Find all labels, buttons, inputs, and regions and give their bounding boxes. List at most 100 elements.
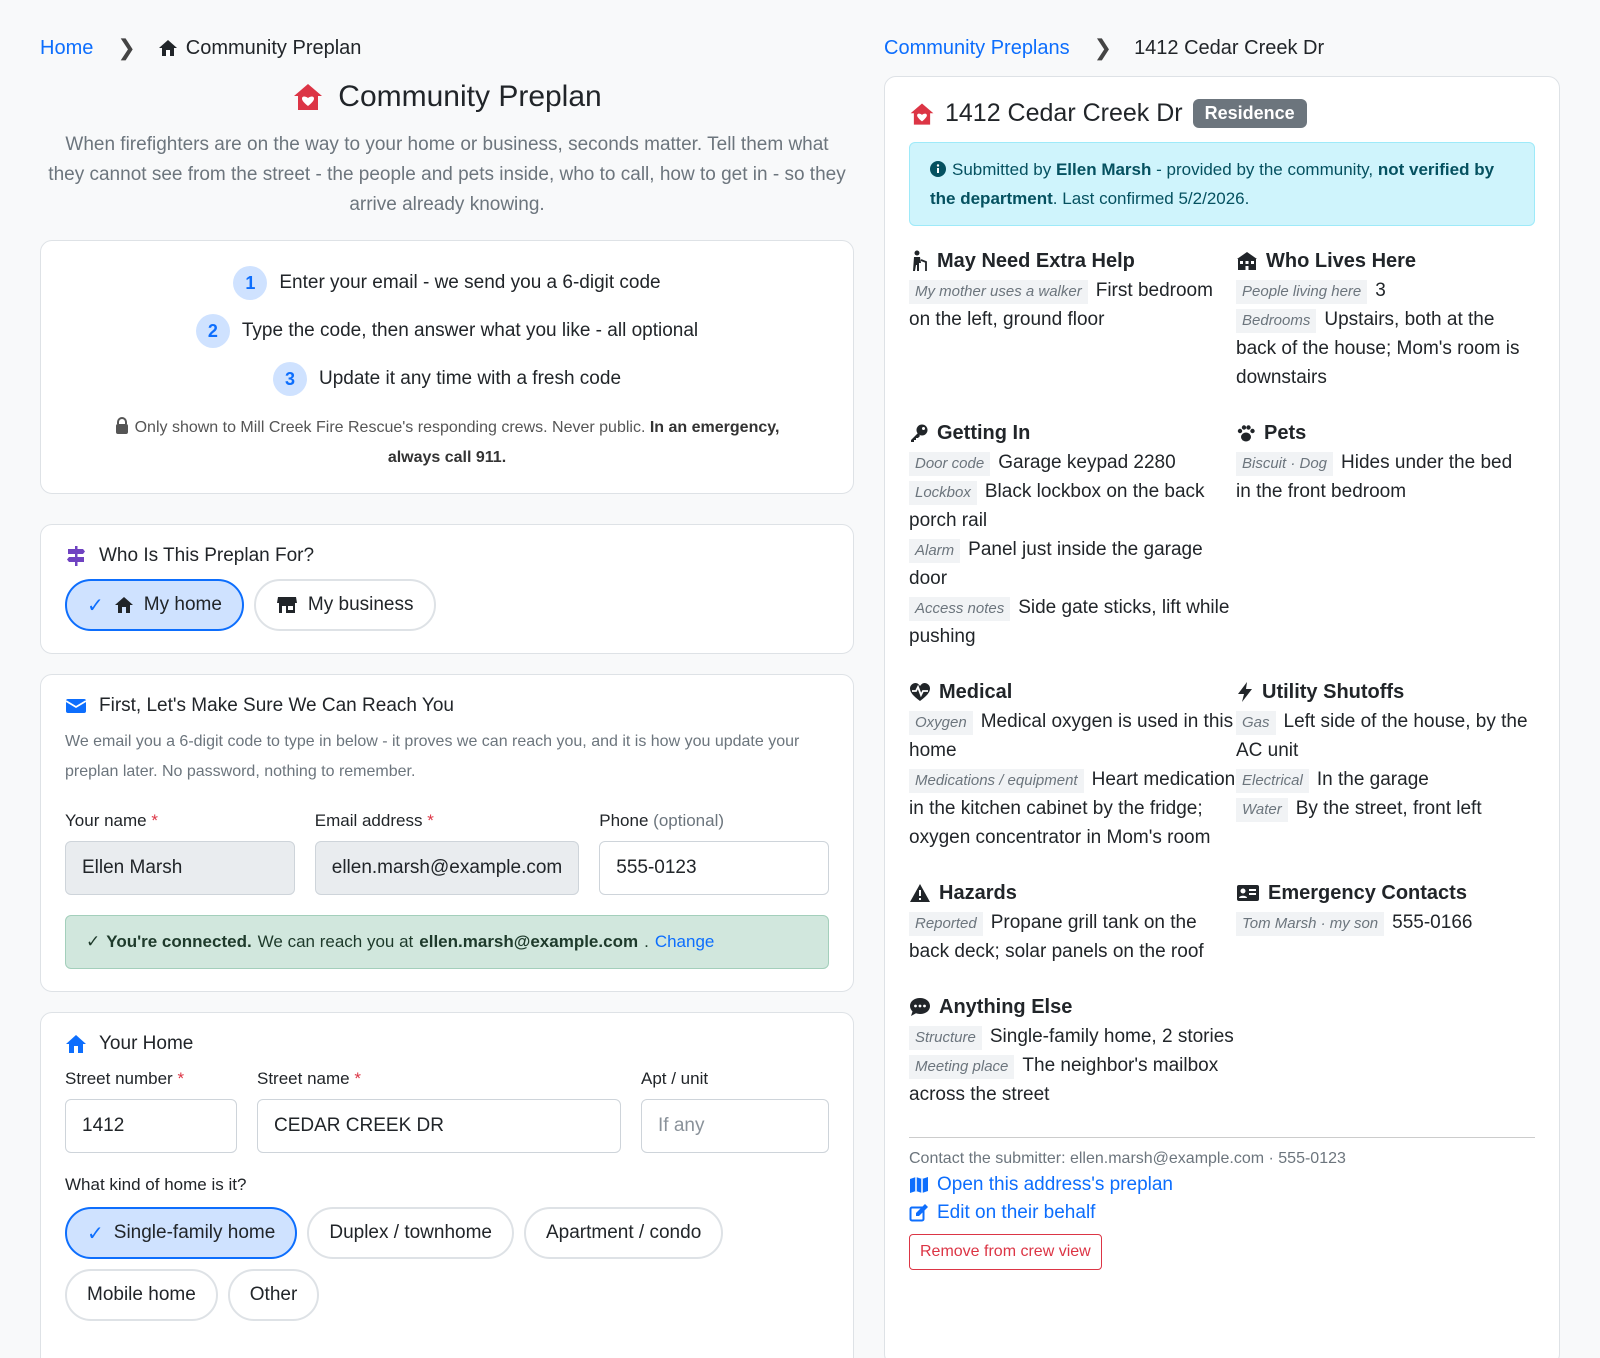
name-field: Your name * Ellen Marsh [65,811,295,895]
contacts-block: Emergency Contacts Tom Marsh · my son 555… [1236,878,1532,966]
breadcrumb-home-link[interactable]: Home [40,37,93,60]
block-body: Tom Marsh · my son 555-0166 [1236,908,1532,937]
home-kind-options: ✓ Single-family home Duplex / townhome A… [65,1207,829,1321]
street-name-input[interactable]: CEDAR CREEK DR [257,1099,621,1153]
detail-text: 555-0166 [1392,912,1473,933]
reach-description: We email you a 6-digit code to type in b… [65,733,800,780]
step-number: 1 [233,266,268,300]
house-icon [158,38,178,58]
lightning-icon [1236,681,1254,703]
map-icon [909,1175,929,1195]
kind-other[interactable]: Other [227,1269,320,1321]
home-section: Your Home Street number * 1412 Street na… [40,1012,854,1358]
detail-tag: My mother uses a walker [909,280,1088,304]
block-title: Emergency Contacts [1236,878,1532,908]
status-badge: Residence [1192,99,1307,128]
house-icon [65,1034,87,1054]
detail-text: Left side of the house, by the AC unit [1236,711,1528,761]
steps-card: 1 Enter your email - we send you a 6-dig… [40,240,854,494]
kind-duplex[interactable]: Duplex / townhome [307,1207,514,1259]
block-body: People living here 3 Bedrooms Upstairs, bo… [1236,276,1532,392]
page-title: Community Preplan [292,80,602,114]
apt-input[interactable]: If any [641,1099,829,1153]
paw-icon [1236,423,1256,443]
block-title: Medical [909,677,1236,707]
detail-tag: Structure [909,1026,982,1050]
preplan-form-column: Home ❯ Community Preplan Community Prepl… [40,28,854,1358]
detail-text: By the street, front left [1295,798,1482,819]
option-label: My home [143,594,222,615]
detail-tag: Gas [1236,711,1276,735]
detail-tag: Door code [909,452,991,476]
check-icon: ✓ [87,1222,104,1245]
kind-apartment[interactable]: Apartment / condo [524,1207,724,1259]
change-email-link[interactable]: Change [655,932,715,952]
house-icon [114,595,134,615]
option-my-home[interactable]: ✓ My home [65,579,244,631]
open-preplan-link[interactable]: Open this address's preplan [909,1174,1535,1196]
home-title: Your Home [65,1033,829,1055]
connected-bold: You're connected. [106,932,252,951]
detail-tag: Tom Marsh · my son [1236,912,1385,936]
who-title-text: Who Is This Preplan For? [99,545,315,566]
email-field: Email address * ellen.marsh@example.com [314,811,580,895]
apt-field: Apt / unit If any [641,1069,829,1153]
utility-block: Utility Shutoffs Gas Left side of the hou… [1236,677,1532,852]
who-section: Who Is This Preplan For? ✓ My home My bu… [40,524,854,654]
hero: Community Preplan When firefighters are … [40,80,854,220]
preplan-details: May Need Extra Help My mother uses a wal… [909,246,1535,1135]
step-text: Type the code, then answer what you like… [241,320,699,341]
check-icon: ✓ [86,932,101,951]
street-name-field: Street name * CEDAR CREEK DR [257,1069,621,1153]
detail-tag: Oxygen [909,711,973,735]
breadcrumb-current-label: Community Preplan [185,36,362,59]
block-title: Getting In [909,418,1236,448]
block-body: Biscuit · Dog Hides under the bed in the … [1236,448,1532,506]
detail-tag: Medications / equipment [909,769,1084,793]
detail-tag: Biscuit · Dog [1236,452,1334,476]
detail-tag: Electrical [1236,769,1309,793]
kind-single-family[interactable]: ✓ Single-family home [65,1207,298,1259]
who-title: Who Is This Preplan For? [65,545,829,567]
detail-tag: Water [1236,798,1288,822]
detail-tag: Access notes [909,597,1011,621]
phone-input[interactable]: 555-0123 [599,841,829,895]
street-name-label: Street name * [257,1069,361,1088]
option-my-business[interactable]: My business [253,579,436,631]
detail-tag: Lockbox [909,481,977,505]
name-input[interactable]: Ellen Marsh [65,841,295,895]
option-label: Apartment / condo [546,1222,702,1243]
address-heading: 1412 Cedar Creek Dr Residence [909,99,1535,128]
reach-title-text: First, Let's Make Sure We Can Reach You [99,695,454,716]
breadcrumb: Home ❯ Community Preplan [40,28,854,68]
chevron-right-icon: ❯ [1093,35,1113,60]
block-title: Hazards [909,878,1236,908]
pencil-square-icon [909,1203,929,1223]
breadcrumb-preplans-link[interactable]: Community Preplans [884,37,1070,60]
submitter-contact: Contact the submitter: ellen.marsh@examp… [909,1150,1346,1167]
street-number-input[interactable]: 1412 [65,1099,237,1153]
intro-text: When firefighters are on the way to your… [48,134,846,215]
block-title: Pets [1236,418,1532,448]
home-title-text: Your Home [99,1033,194,1054]
edit-behalf-link[interactable]: Edit on their behalf [909,1202,1535,1224]
detail-tag: Reported [909,912,983,936]
remove-from-crew-view-button[interactable]: Remove from crew view [909,1234,1102,1270]
submission-info: Submitted by Ellen Marsh - provided by t… [909,142,1535,226]
block-body: Reported Propane grill tank on the back d… [909,908,1236,966]
block-title: May Need Extra Help [909,246,1236,276]
block-title: Who Lives Here [1236,246,1532,276]
privacy-note: Only shown to Mill Creek Fire Rescue's r… [65,413,829,473]
envelope-icon [65,697,87,715]
street-number-field: Street number * 1412 [65,1069,237,1153]
option-label: Duplex / townhome [329,1222,492,1243]
kind-mobile-home[interactable]: Mobile home [65,1269,218,1321]
breadcrumb-current: Community Preplan [158,36,362,60]
email-input[interactable]: ellen.marsh@example.com [314,841,580,895]
info-icon [930,161,946,177]
extra-help-block: May Need Extra Help My mother uses a wal… [909,246,1236,392]
connected-email: ellen.marsh@example.com [419,932,639,951]
phone-label: Phone (optional) [599,811,725,830]
anything-else-block: Anything Else Structure Single-family hom… [909,992,1236,1109]
detail-tag: Alarm [909,539,961,563]
